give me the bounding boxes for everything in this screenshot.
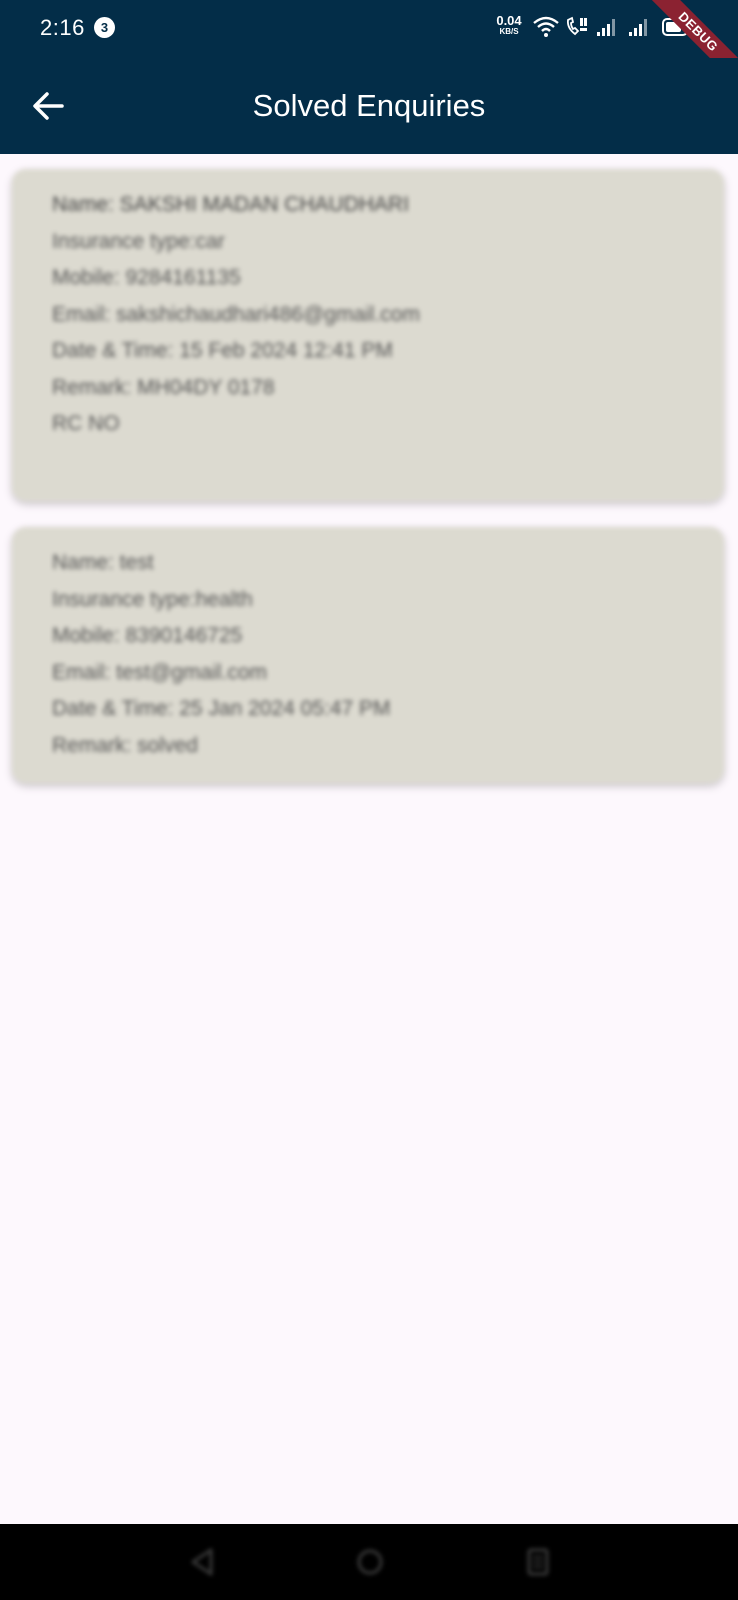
wifi-icon	[533, 16, 559, 37]
battery-icon	[662, 18, 691, 36]
network-speed-unit: KB/S	[499, 27, 519, 36]
enquiry-insurance-type: Insurance type:health	[52, 587, 253, 611]
enquiry-mobile: Mobile: 9284161135	[52, 266, 241, 289]
enquiry-card[interactable]: Name: SAKSHI MADAN CHAUDHARI Insurance t…	[12, 169, 724, 501]
system-nav-bar	[0, 1524, 738, 1600]
enquiry-name: Name: test	[52, 551, 154, 574]
home-nav-icon[interactable]	[352, 1544, 388, 1580]
enquiry-date-time: Date & Time: 15 Feb 2024 12:41 PM	[52, 339, 393, 362]
signal-sim2-icon	[629, 19, 647, 36]
volte-call-icon	[566, 16, 587, 36]
back-nav-icon[interactable]	[185, 1544, 221, 1580]
page-title: Solved Enquiries	[252, 88, 486, 123]
enquiry-remark-extra: RC NO	[52, 412, 120, 435]
network-speed: 0.04 KB/S	[492, 13, 526, 36]
enquiry-remark: Remark: MH04DY 0178	[52, 375, 275, 399]
enquiry-name: Name: SAKSHI MADAN CHAUDHARI	[52, 193, 410, 216]
enquiry-email: Email: test@gmail.com	[52, 660, 268, 684]
enquiry-remark: Remark: solved	[52, 733, 198, 757]
status-bar: 2:16 3 0.04 KB/S	[0, 0, 738, 58]
status-time: 2:16	[40, 15, 85, 40]
enquiry-date-time: Date & Time: 25 Jan 2024 05:47 PM	[52, 697, 391, 720]
network-speed-value: 0.04	[496, 13, 522, 28]
recents-nav-icon[interactable]	[520, 1544, 556, 1580]
notification-count-badge: 3	[94, 17, 115, 38]
app-bar: Solved Enquiries	[0, 58, 738, 154]
enquiry-card[interactable]: Name: test Insurance type:health Mobile:…	[12, 527, 724, 783]
signal-sim1-icon	[597, 19, 615, 36]
enquiry-insurance-type: Insurance type:car	[52, 229, 225, 253]
enquiry-email: Email: sakshichaudhari486@gmail.com	[52, 302, 420, 326]
enquiry-mobile: Mobile: 8390146725	[52, 624, 243, 647]
